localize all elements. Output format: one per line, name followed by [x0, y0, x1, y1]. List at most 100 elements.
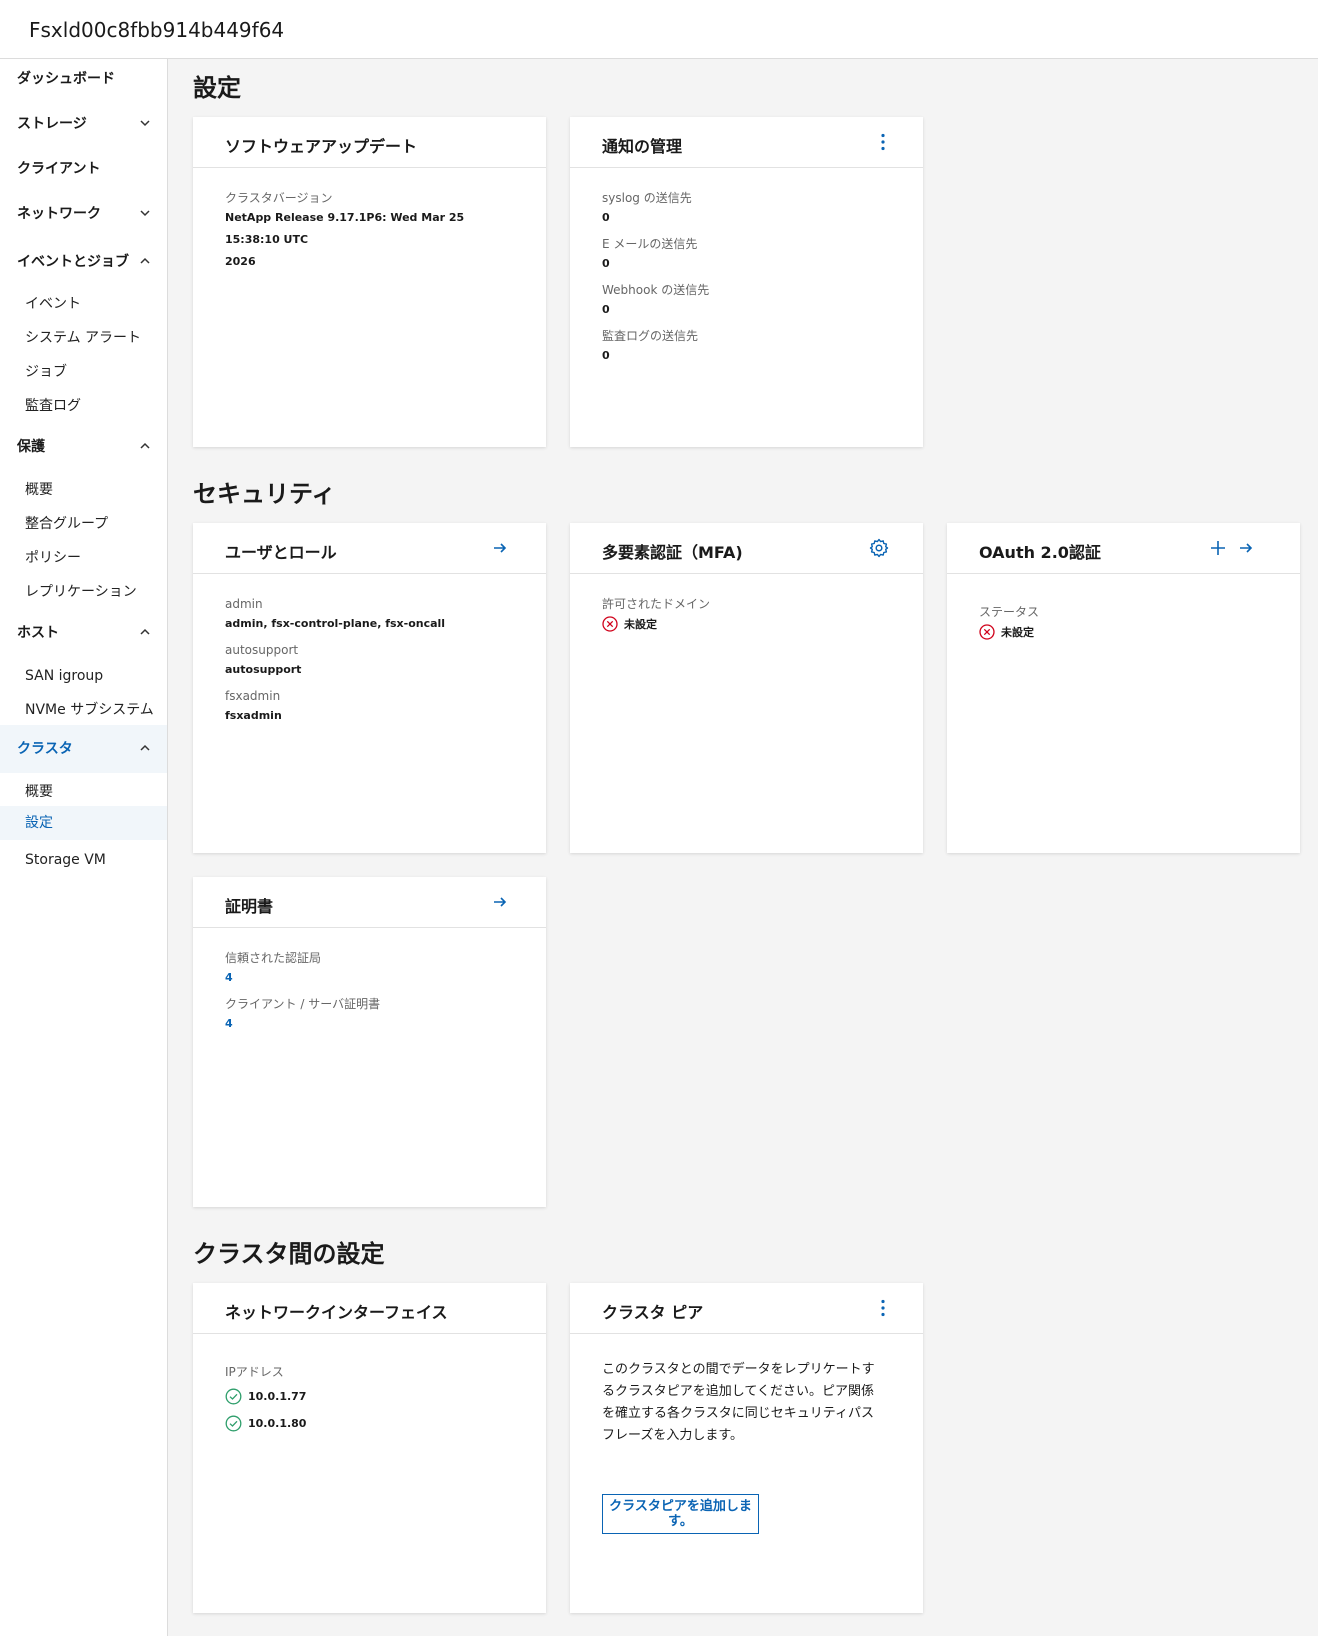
add-cluster-peer-button[interactable]: クラスタピアを追加しま す。	[602, 1494, 759, 1534]
sidebar-item-dashboard[interactable]: ダッシュボード	[0, 69, 167, 89]
sidebar-item-label: イベントとジョブ	[17, 254, 129, 270]
mfa-status-text: 未設定	[624, 618, 657, 631]
card-header: クラスタ ピア	[570, 1283, 923, 1334]
oauth-status-label: ステータス	[979, 605, 1040, 619]
sidebar-item-san-igroup[interactable]: SAN igroup	[0, 666, 167, 686]
sidebar-item-cluster-overview[interactable]: 概要	[0, 782, 167, 802]
syslog-value: 0	[602, 211, 610, 224]
admin-value: admin, fsx-control-plane, fsx-oncall	[225, 617, 446, 630]
syslog-label: syslog の送信先	[602, 191, 692, 205]
sidebar-item-network[interactable]: ネットワーク	[0, 204, 167, 224]
chevron-up-icon	[140, 744, 150, 751]
audit-log-dest-value: 0	[602, 349, 610, 362]
sidebar-item-nvme-subsystem[interactable]: NVMe サブシステム	[0, 700, 167, 720]
sidebar-item-label: 概要	[25, 784, 53, 800]
sidebar-item-label: ストレージ	[17, 116, 87, 132]
chevron-up-icon	[140, 628, 150, 635]
kebab-menu-icon[interactable]	[873, 1298, 893, 1318]
sidebar-item-clients[interactable]: クライアント	[0, 159, 167, 179]
sidebar-item-protection-overview[interactable]: 概要	[0, 480, 167, 500]
section-title-intercluster: クラスタ間の設定	[193, 1240, 385, 1268]
sidebar-item-label: 保護	[17, 439, 45, 455]
card-header: ソフトウェアアップデート	[193, 117, 546, 168]
card-title: OAuth 2.0認証	[979, 543, 1101, 562]
arrow-right-icon[interactable]	[490, 538, 510, 558]
card-title: クラスタ ピア	[602, 1303, 704, 1322]
sidebar-item-label: ダッシュボード	[17, 71, 115, 87]
card-header: 多要素認証（MFA)	[570, 523, 923, 574]
sidebar-item-label: ポリシー	[25, 550, 81, 566]
card-header: 証明書	[193, 877, 546, 928]
sidebar-item-label: 整合グループ	[25, 516, 109, 532]
sidebar-item-label: 概要	[25, 482, 53, 498]
chevron-up-icon	[140, 257, 150, 264]
sidebar-item-replication[interactable]: レプリケーション	[0, 582, 167, 602]
card-title: 証明書	[225, 897, 274, 916]
trusted-ca-count[interactable]: 4	[225, 967, 522, 989]
card-header: 通知の管理	[570, 117, 923, 168]
sidebar-item-label: ジョブ	[25, 364, 67, 380]
sidebar-item-label: Storage VM	[25, 852, 106, 868]
autosupport-label: autosupport	[225, 643, 299, 657]
notification-management-card: 通知の管理 syslog の送信先 0 E メールの送信先 0 Webhook …	[570, 117, 923, 447]
sidebar-item-consistency-groups[interactable]: 整合グループ	[0, 514, 167, 534]
cluster-peer-description-line: このクラスタとの間でデータをレプリケートす	[602, 1362, 875, 1377]
cluster-version-value: NetApp Release 9.17.1P6: Wed Mar 25 15:3…	[225, 211, 465, 246]
plus-icon[interactable]	[1208, 538, 1228, 558]
sidebar-item-cluster[interactable]: クラスタ	[0, 725, 167, 773]
autosupport-value: autosupport	[225, 663, 302, 676]
oauth-status-text: 未設定	[1001, 626, 1034, 639]
cluster-peer-description-line: るクラスタピアを追加してください。ピア関係	[602, 1384, 874, 1399]
card-title: 多要素認証（MFA)	[602, 543, 743, 562]
certificates-card: 証明書 信頼された認証局 4 クライアント / サーバ証明書 4	[193, 877, 546, 1207]
section-title-settings: 設定	[193, 74, 241, 102]
sidebar: ダッシュボード ストレージ クライアント ネットワーク イベントとジョブ イベン…	[0, 59, 168, 1636]
cluster-version-value-cont: 2026	[225, 255, 256, 268]
sidebar-item-cluster-settings[interactable]: 設定	[0, 806, 167, 840]
ip-address-row: 10.0.1.77	[225, 1385, 522, 1408]
sidebar-item-protection[interactable]: 保護	[0, 437, 167, 457]
card-title: ユーザとロール	[225, 543, 337, 562]
sidebar-item-label: システム アラート	[25, 330, 142, 346]
sidebar-item-policies[interactable]: ポリシー	[0, 548, 167, 568]
ip-address-row: 10.0.1.80	[225, 1412, 522, 1435]
add-cluster-peer-button-label-cont: す。	[668, 1514, 693, 1529]
mfa-card: 多要素認証（MFA) 許可されたドメイン 未設定	[570, 523, 923, 853]
client-server-cert-label: クライアント / サーバ証明書	[225, 997, 381, 1011]
sidebar-item-label: 監査ログ	[25, 398, 81, 414]
sidebar-item-jobs[interactable]: ジョブ	[0, 362, 167, 382]
software-update-card: ソフトウェアアップデート クラスタバージョン NetApp Release 9.…	[193, 117, 546, 447]
page-header-title: Fsxld00c8fbb914b449f64	[29, 18, 285, 42]
card-title: 通知の管理	[602, 137, 683, 156]
network-interfaces-card: ネットワークインターフェイス IPアドレス 10.0.1.77 10.0.1.8…	[193, 1283, 546, 1613]
sidebar-item-hosts[interactable]: ホスト	[0, 623, 167, 643]
sidebar-item-label: クラスタ	[17, 741, 73, 757]
cluster-peer-description-line: を確立する各クラスタに同じセキュリティパス	[602, 1406, 874, 1421]
sidebar-item-label: SAN igroup	[25, 668, 104, 684]
error-circle-icon	[602, 616, 618, 632]
arrow-right-icon[interactable]	[490, 892, 510, 912]
sidebar-item-label: ホスト	[17, 625, 59, 641]
sidebar-item-system-alerts[interactable]: システム アラート	[0, 328, 167, 348]
client-server-cert-count[interactable]: 4	[225, 1013, 522, 1035]
ip-address-value: 10.0.1.77	[248, 1390, 307, 1403]
audit-log-dest-label: 監査ログの送信先	[602, 329, 699, 343]
oauth-status: 未設定	[979, 624, 1276, 640]
sidebar-item-audit-log[interactable]: 監査ログ	[0, 396, 167, 416]
card-header: OAuth 2.0認証	[947, 523, 1300, 574]
top-bar: Fsxld00c8fbb914b449f64	[0, 0, 1318, 59]
sidebar-item-events[interactable]: イベント	[0, 294, 167, 314]
email-label: E メールの送信先	[602, 237, 698, 251]
fsxadmin-value: fsxadmin	[225, 709, 282, 722]
webhook-label: Webhook の送信先	[602, 283, 710, 297]
kebab-menu-icon[interactable]	[873, 132, 893, 152]
sidebar-item-label: 設定	[25, 815, 53, 831]
sidebar-item-label: NVMe サブシステム	[25, 702, 154, 718]
mfa-status: 未設定	[602, 616, 899, 632]
sidebar-item-storage[interactable]: ストレージ	[0, 114, 167, 134]
gear-icon[interactable]	[869, 538, 889, 558]
sidebar-item-storage-vm[interactable]: Storage VM	[0, 850, 167, 870]
sidebar-item-events-jobs[interactable]: イベントとジョブ	[0, 252, 167, 272]
arrow-right-icon[interactable]	[1236, 538, 1256, 558]
allowed-domain-label: 許可されたドメイン	[602, 597, 711, 611]
